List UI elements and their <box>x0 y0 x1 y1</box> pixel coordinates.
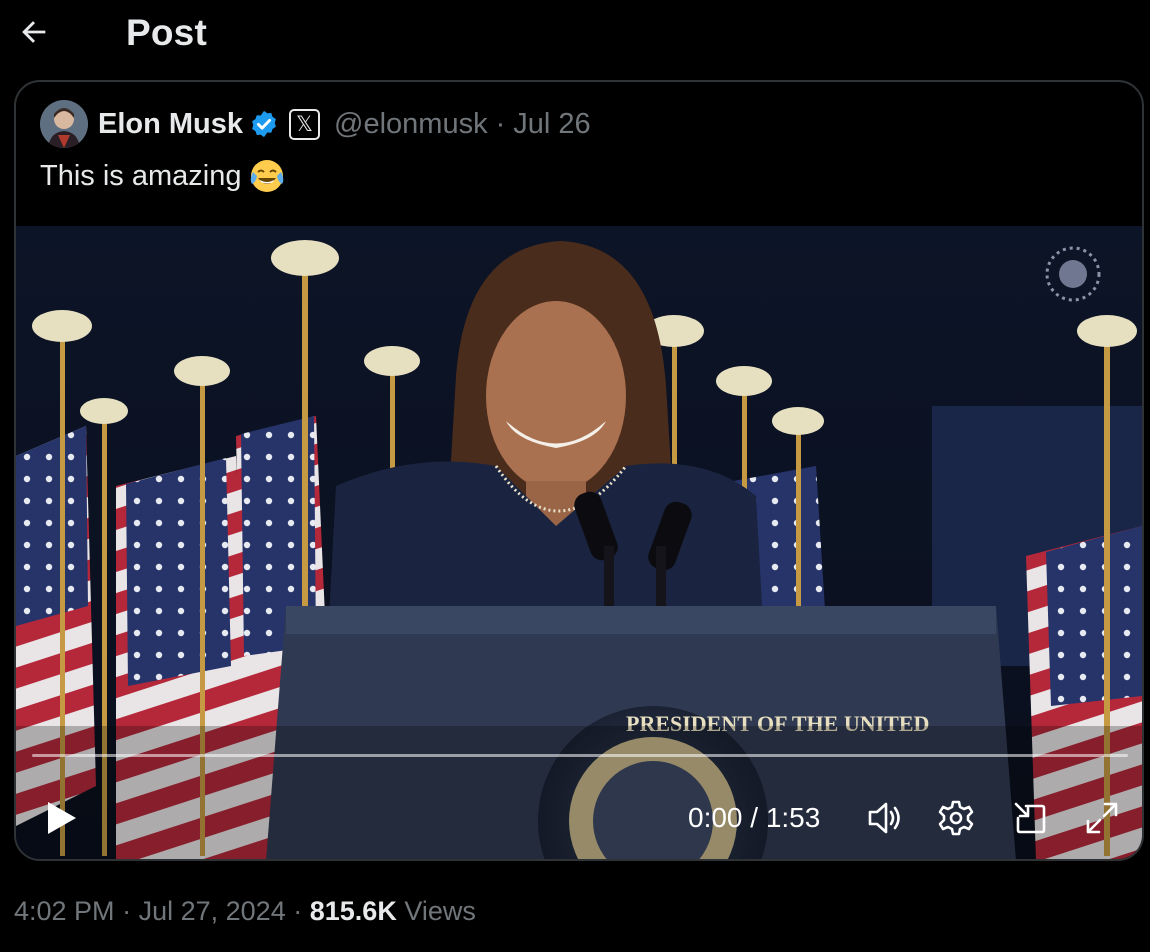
author-handle[interactable]: @elonmusk <box>334 108 488 141</box>
avatar[interactable] <box>40 100 88 148</box>
page-title: Post <box>126 12 207 53</box>
video-controls: 0:00 / 1:53 <box>16 786 1142 846</box>
post-full-date[interactable]: Jul 27, 2024 <box>139 896 286 926</box>
video-timecode: 0:00 / 1:53 <box>688 802 821 833</box>
fullscreen-icon[interactable] <box>1082 798 1122 838</box>
post-text-row: This is amazing <box>40 158 285 194</box>
affiliate-badge[interactable]: 𝕏 <box>289 108 321 140</box>
post-date[interactable]: Jul 26 <box>513 108 590 141</box>
avatar-image <box>40 100 88 148</box>
play-icon[interactable] <box>42 798 82 838</box>
post-time[interactable]: 4:02 PM <box>14 896 115 926</box>
back-button[interactable] <box>14 12 54 52</box>
video-player[interactable]: PRESIDENT OF THE UNITED 0:00 / 1:53 <box>16 226 1142 859</box>
settings-icon[interactable] <box>936 798 976 838</box>
quoted-post-card[interactable]: Elon Musk 𝕏 @elonmusk · Jul 26 This is a… <box>14 80 1144 861</box>
arrow-left-icon <box>22 21 46 43</box>
video-frame: PRESIDENT OF THE UNITED <box>16 226 1142 859</box>
meta-separator: · <box>122 896 132 926</box>
separator-dot: · <box>495 107 506 140</box>
views-count: 815.6K <box>309 896 397 926</box>
meta-separator: · <box>293 896 303 926</box>
post-text: This is amazing <box>40 159 242 192</box>
post-meta: 4:02 PM · Jul 27, 2024 · 815.6K Views <box>14 896 476 927</box>
top-bar: Post <box>0 0 1150 70</box>
volume-icon[interactable] <box>864 798 904 838</box>
pip-icon[interactable] <box>1010 798 1050 838</box>
verified-badge-icon <box>252 110 276 138</box>
views-label: Views <box>404 896 476 926</box>
author-row: Elon Musk 𝕏 @elonmusk · Jul 26 <box>40 100 591 148</box>
video-progress-bar[interactable] <box>32 754 1128 757</box>
tears-of-joy-emoji-icon <box>251 160 284 192</box>
author-name[interactable]: Elon Musk <box>98 108 243 141</box>
